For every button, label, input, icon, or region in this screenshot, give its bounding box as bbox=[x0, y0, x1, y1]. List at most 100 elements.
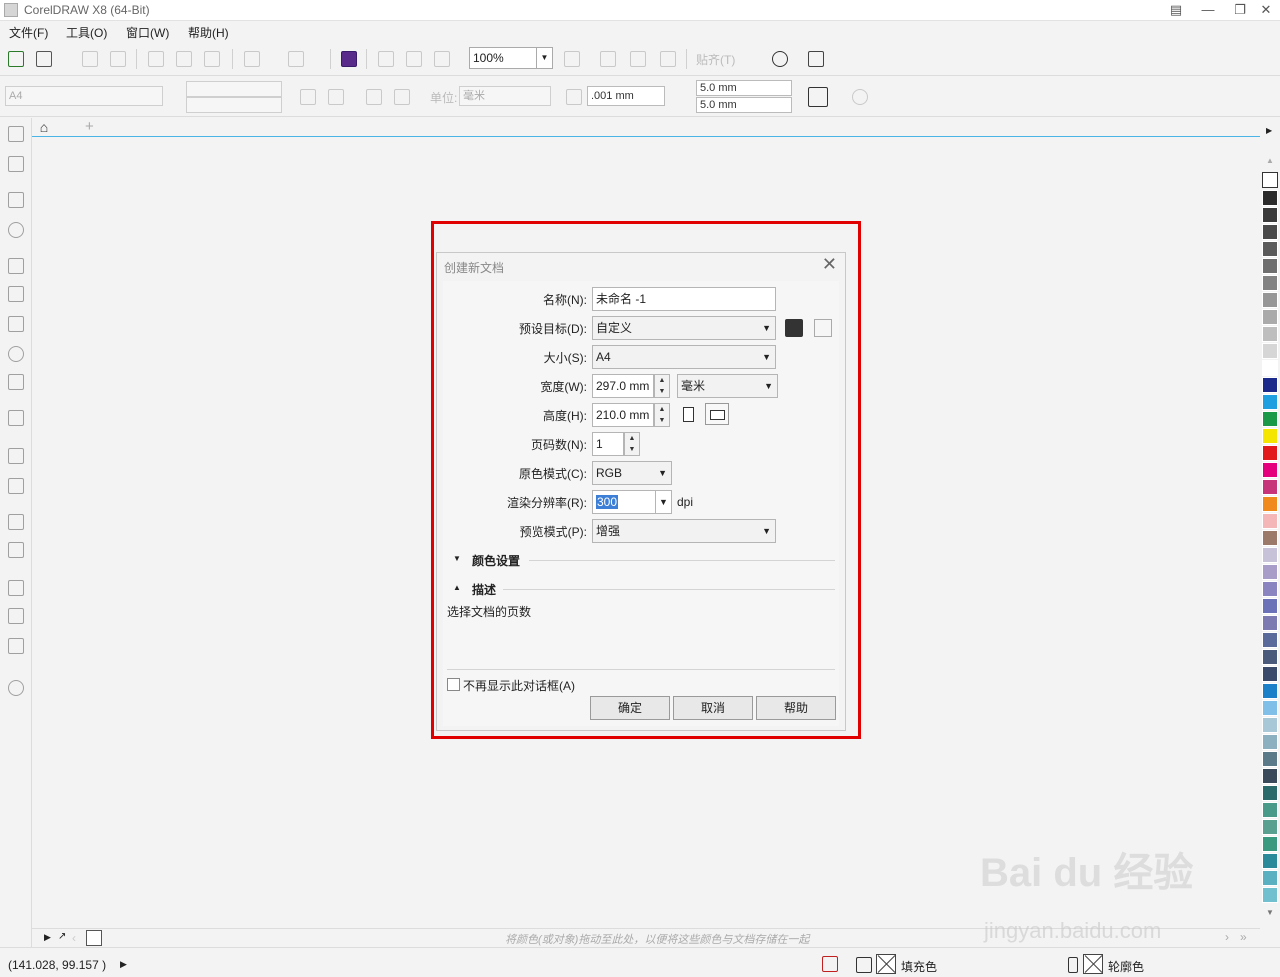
color-mode-select[interactable]: RGB ▼ bbox=[592, 461, 672, 485]
show-grid-icon[interactable] bbox=[630, 51, 646, 67]
page-size-select[interactable]: A4 bbox=[5, 86, 163, 106]
interactive-fill-icon[interactable] bbox=[8, 608, 24, 624]
palette-swatch[interactable] bbox=[1262, 530, 1278, 546]
palette-expand-icon[interactable]: ▶ bbox=[1266, 126, 1272, 135]
unit-select-dialog[interactable]: 毫米 ▼ bbox=[677, 374, 778, 398]
palette-swatch[interactable] bbox=[1262, 190, 1278, 206]
account-icon[interactable]: ▤ bbox=[1160, 0, 1192, 21]
transparency-tool-icon[interactable] bbox=[8, 542, 24, 558]
palette-swatch[interactable] bbox=[1262, 649, 1278, 665]
outline-none-swatch[interactable] bbox=[1083, 954, 1103, 974]
artistic-media-icon[interactable] bbox=[8, 286, 24, 302]
home-icon[interactable]: ⌂ bbox=[35, 119, 53, 136]
redo-icon[interactable] bbox=[288, 51, 304, 67]
minimize-button[interactable]: — bbox=[1192, 0, 1224, 21]
palette-swatch[interactable] bbox=[1262, 581, 1278, 597]
drop-shadow-icon[interactable] bbox=[8, 514, 24, 530]
add-plus-icon[interactable] bbox=[852, 89, 868, 105]
resolution-input[interactable]: 300 ▼ bbox=[592, 490, 672, 514]
palette-swatch[interactable] bbox=[1262, 445, 1278, 461]
palette-swatch[interactable] bbox=[1262, 785, 1278, 801]
zoom-tool-icon[interactable] bbox=[8, 222, 24, 238]
no-color-swatch[interactable] bbox=[1262, 172, 1278, 188]
palette-swatch[interactable] bbox=[1262, 326, 1278, 342]
page-width-field[interactable] bbox=[186, 81, 282, 97]
palette-swatch[interactable] bbox=[1262, 479, 1278, 495]
unit-select[interactable]: 毫米 bbox=[459, 86, 551, 106]
size-select[interactable]: A4 ▼ bbox=[592, 345, 776, 369]
palette-swatch[interactable] bbox=[1262, 615, 1278, 631]
smart-fill-icon[interactable] bbox=[8, 638, 24, 654]
help-button[interactable]: 帮助 bbox=[756, 696, 836, 720]
palette-swatch[interactable] bbox=[1262, 360, 1278, 376]
height-input[interactable]: 210.0 mm bbox=[592, 403, 654, 427]
palette-swatch[interactable] bbox=[1262, 275, 1278, 291]
palette-swatch[interactable] bbox=[1262, 870, 1278, 886]
ok-button[interactable]: 确定 bbox=[590, 696, 670, 720]
palette-swatch[interactable] bbox=[1262, 496, 1278, 512]
snap-to-menu[interactable]: 贴齐(T) bbox=[696, 51, 735, 68]
width-input[interactable]: 297.0 mm bbox=[592, 374, 654, 398]
paste-icon[interactable] bbox=[204, 51, 220, 67]
portrait-orientation-icon[interactable] bbox=[683, 407, 694, 422]
save-preset-icon[interactable] bbox=[785, 319, 803, 337]
palette-swatch[interactable] bbox=[1262, 258, 1278, 274]
app-launcher-icon[interactable] bbox=[808, 51, 824, 67]
nudge-distance-field[interactable]: .001 mm bbox=[587, 86, 665, 106]
parallel-dimension-icon[interactable] bbox=[8, 448, 24, 464]
save-icon[interactable] bbox=[82, 51, 98, 67]
duplicate-y-field[interactable]: 5.0 mm bbox=[696, 97, 792, 113]
palette-swatch[interactable] bbox=[1262, 717, 1278, 733]
open-folder-icon[interactable] bbox=[36, 51, 52, 67]
palette-swatch[interactable] bbox=[1262, 207, 1278, 223]
export-icon[interactable] bbox=[406, 51, 422, 67]
color-settings-section[interactable]: 颜色设置 bbox=[472, 552, 520, 569]
palette-swatch[interactable] bbox=[1262, 292, 1278, 308]
palette-swatch[interactable] bbox=[1262, 343, 1278, 359]
cancel-button[interactable]: 取消 bbox=[673, 696, 753, 720]
palette-menu-icon[interactable]: ▶ bbox=[44, 932, 51, 943]
cut-icon[interactable] bbox=[148, 51, 164, 67]
connector-tool-icon[interactable] bbox=[8, 478, 24, 494]
page-height-field[interactable] bbox=[186, 97, 282, 113]
crop-tool-icon[interactable] bbox=[8, 192, 24, 208]
rectangle-tool-icon[interactable] bbox=[8, 316, 24, 332]
import-icon[interactable] bbox=[378, 51, 394, 67]
palette-swatch[interactable] bbox=[1262, 394, 1278, 410]
palette-swatch[interactable] bbox=[1262, 513, 1278, 529]
palette-swatch[interactable] bbox=[1262, 666, 1278, 682]
close-window-button[interactable]: ✕ bbox=[1250, 0, 1280, 21]
color-eyedropper-icon[interactable] bbox=[8, 580, 24, 596]
pages-input[interactable]: 1 bbox=[592, 432, 624, 456]
dont-show-checkbox[interactable] bbox=[447, 678, 460, 691]
show-rulers-icon[interactable] bbox=[600, 51, 616, 67]
duplicate-x-field[interactable]: 5.0 mm bbox=[696, 80, 792, 96]
scroll-end-icon[interactable]: » bbox=[1240, 930, 1247, 944]
menu-help[interactable]: 帮助(H) bbox=[188, 24, 229, 41]
close-icon[interactable]: ✕ bbox=[822, 254, 837, 275]
menu-tools[interactable]: 工具(O) bbox=[66, 24, 107, 41]
eyedropper-icon[interactable]: ↗ bbox=[58, 931, 66, 942]
fill-none-swatch[interactable] bbox=[876, 954, 896, 974]
show-guidelines-icon[interactable] bbox=[660, 51, 676, 67]
print-icon[interactable] bbox=[110, 51, 126, 67]
copy-icon[interactable] bbox=[176, 51, 192, 67]
palette-swatch[interactable] bbox=[1262, 428, 1278, 444]
menu-file[interactable]: 文件(F) bbox=[9, 24, 48, 41]
expand-arrow-icon[interactable]: ▲ bbox=[453, 583, 461, 592]
polygon-tool-icon[interactable] bbox=[8, 374, 24, 390]
palette-swatch[interactable] bbox=[1262, 598, 1278, 614]
palette-scroll-up-icon[interactable]: ▲ bbox=[1266, 156, 1274, 165]
palette-swatch[interactable] bbox=[1262, 241, 1278, 257]
undo-icon[interactable] bbox=[244, 51, 260, 67]
chevron-down-icon[interactable]: ▼ bbox=[655, 491, 671, 513]
publish-pdf-icon[interactable] bbox=[434, 51, 450, 67]
current-page-icon[interactable] bbox=[394, 89, 410, 105]
full-screen-icon[interactable] bbox=[564, 51, 580, 67]
preview-select[interactable]: 增强 ▼ bbox=[592, 519, 776, 543]
palette-scroll-down-icon[interactable]: ▼ bbox=[1266, 908, 1274, 917]
pages-stepper[interactable]: ▲ ▼ bbox=[624, 432, 640, 456]
description-section[interactable]: 描述 bbox=[472, 581, 496, 598]
palette-swatch[interactable] bbox=[1262, 853, 1278, 869]
palette-swatch[interactable] bbox=[1262, 887, 1278, 903]
